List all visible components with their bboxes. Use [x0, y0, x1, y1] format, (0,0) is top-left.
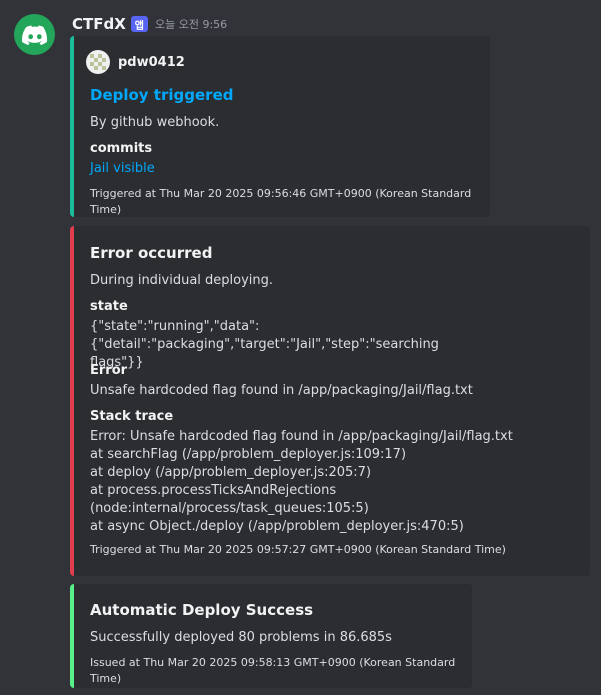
embed-description: During individual deploying.: [90, 273, 274, 288]
embed-author-name[interactable]: pdw0412: [118, 55, 185, 70]
embed-footer: Triggered at Thu Mar 20 2025 09:57:27 GM…: [90, 543, 506, 556]
field-value-error: Unsafe hardcoded flag found in /app/pack…: [90, 383, 473, 398]
field-value-stack-trace: Error: Unsafe hardcoded flag found in /a…: [90, 429, 513, 534]
field-name-state: state: [90, 299, 128, 314]
field-name-error: Error: [90, 363, 128, 378]
embed-description: Successfully deployed 80 problems in 86.…: [90, 630, 392, 645]
embed-description: By github webhook.: [90, 115, 220, 130]
embed-deploy-triggered: pdw0412 Deploy triggered By github webho…: [70, 36, 490, 217]
embed-footer: Issued at Thu Mar 20 2025 09:58:13 GMT+0…: [90, 656, 456, 685]
embed-title: Error occurred: [90, 244, 213, 262]
chat-message: CTFdX 앱 오늘 오전 9:56 pdw0412 Deploy trigge…: [0, 0, 601, 695]
discord-logo-icon: [21, 25, 47, 45]
field-name-commits: commits: [90, 141, 153, 156]
message-header: CTFdX 앱 오늘 오전 9:56: [72, 14, 227, 34]
embed-deploy-success: Automatic Deploy Success Successfully de…: [70, 584, 472, 688]
bot-avatar[interactable]: [14, 14, 55, 55]
field-name-stack-trace: Stack trace: [90, 409, 174, 424]
embed-title[interactable]: Deploy triggered: [90, 85, 478, 105]
author-name[interactable]: CTFdX: [72, 15, 126, 33]
field-value-commits[interactable]: Jail visible: [90, 160, 478, 178]
message-timestamp[interactable]: 오늘 오전 9:56: [155, 16, 227, 32]
embed-error-occurred: Error occurred During individual deployi…: [70, 226, 590, 576]
embed-author-avatar[interactable]: [86, 50, 110, 74]
embed-title: Automatic Deploy Success: [90, 601, 314, 619]
embed-footer: Triggered at Thu Mar 20 2025 09:56:46 GM…: [90, 187, 472, 216]
embed-author: pdw0412: [86, 50, 478, 74]
app-badge: 앱: [130, 16, 148, 32]
